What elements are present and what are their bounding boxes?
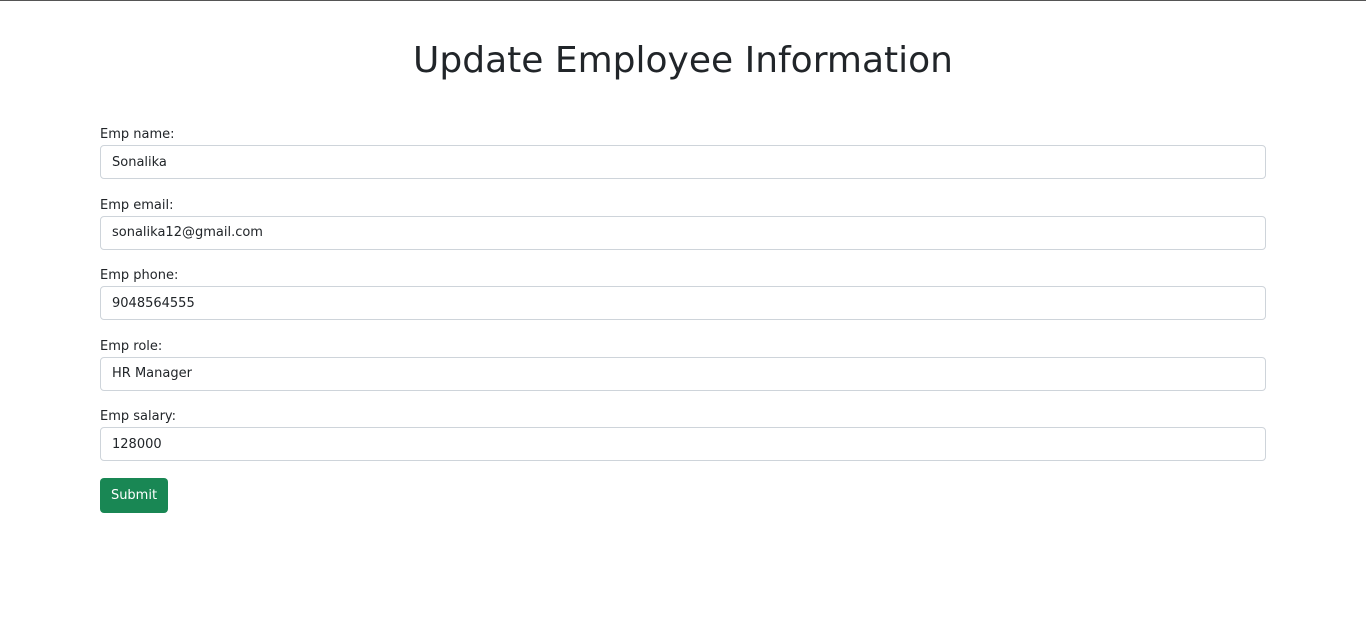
- emp-email-field-group: Emp email:: [100, 197, 1266, 268]
- submit-button[interactable]: Submit: [100, 477, 168, 513]
- emp-name-field-group: Emp name:: [100, 126, 1266, 197]
- emp-salary-input[interactable]: [100, 427, 1266, 461]
- emp-role-input[interactable]: [100, 356, 1266, 391]
- emp-salary-field-group: Emp salary:: [100, 408, 1266, 479]
- emp-name-label: Emp name:: [100, 127, 175, 142]
- emp-role-label: Emp role:: [100, 338, 163, 354]
- emp-phone-label: Emp phone:: [100, 268, 179, 283]
- emp-role-field-group: Emp role:: [100, 338, 1266, 409]
- page-title: Update Employee Information: [413, 40, 953, 81]
- emp-email-label: Emp email:: [100, 197, 174, 213]
- page-container: Update Employee Information Emp name: Em…: [0, 1, 1366, 618]
- emp-email-input[interactable]: [100, 215, 1266, 250]
- emp-phone-input[interactable]: [100, 286, 1266, 320]
- emp-salary-label: Emp salary:: [100, 409, 177, 424]
- employee-update-form: Emp name: Emp email: Emp phone: Emp role…: [100, 126, 1266, 513]
- emp-name-input[interactable]: [100, 145, 1266, 179]
- emp-phone-field-group: Emp phone:: [100, 267, 1266, 338]
